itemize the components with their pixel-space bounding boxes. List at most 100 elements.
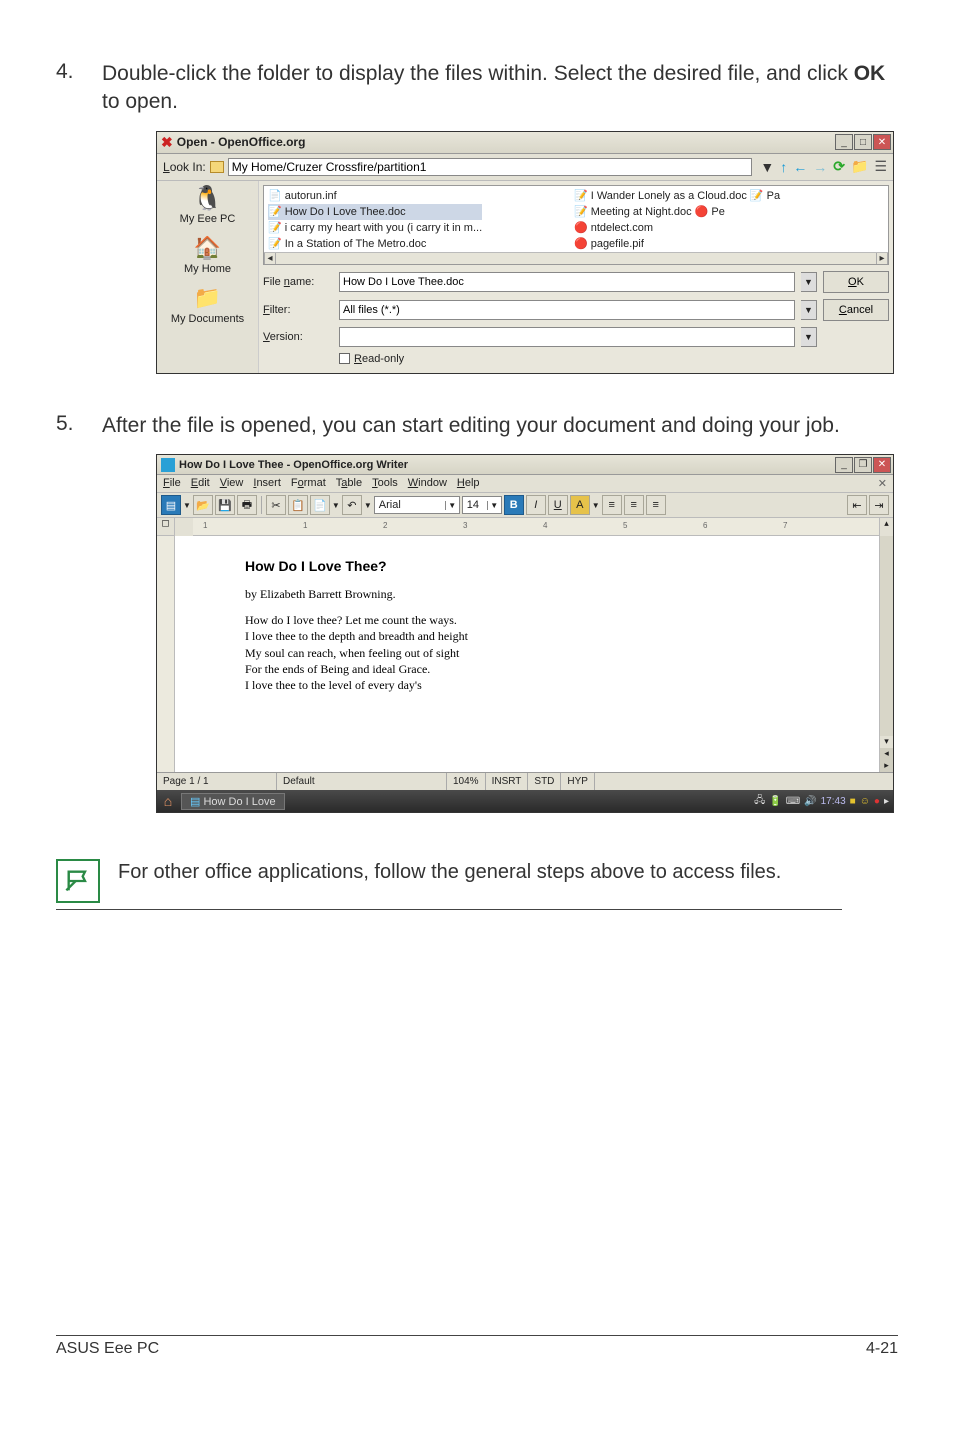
- menu-insert[interactable]: Insert: [253, 477, 281, 490]
- taskbar-item[interactable]: ▤ How Do I Love: [181, 793, 285, 810]
- doc-close-icon[interactable]: ✕: [878, 477, 887, 490]
- underline-icon[interactable]: U: [548, 495, 568, 515]
- minimize-button[interactable]: _: [835, 457, 853, 473]
- horizontal-ruler[interactable]: 11234567: [193, 518, 879, 536]
- filter-dropdown-icon[interactable]: ▼: [801, 300, 817, 320]
- menu-help[interactable]: Help: [457, 477, 480, 490]
- tray-red-icon[interactable]: ●: [874, 796, 880, 807]
- version-combo[interactable]: [339, 327, 795, 347]
- save-icon[interactable]: 💾: [215, 495, 235, 515]
- menu-tools[interactable]: Tools: [372, 477, 398, 490]
- readonly-checkbox[interactable]: [339, 353, 350, 364]
- new-folder-icon[interactable]: 📁: [851, 158, 868, 175]
- doc-line: How do I love thee? Let me count the way…: [245, 613, 457, 627]
- new-doc-icon[interactable]: ▤: [161, 495, 181, 515]
- menu-file[interactable]: File: [163, 477, 181, 490]
- paste-icon[interactable]: 📄: [310, 495, 330, 515]
- footer-left: ASUS Eee PC: [56, 1340, 159, 1358]
- step-text: Double-click the folder to display the f…: [102, 60, 898, 117]
- toolbar: ▤ ▼ 📂 💾 🖶 ✂ 📋 📄 ▼ ↶ ▼ Arial▼ 14▼ B I U A…: [157, 493, 893, 518]
- cancel-button[interactable]: Cancel: [823, 299, 889, 321]
- file-item[interactable]: 📝Meeting at Night.doc 🔴 Pe: [574, 204, 780, 220]
- menu-edit[interactable]: Edit: [191, 477, 210, 490]
- app-x-icon: ✖: [161, 134, 173, 151]
- open-icon[interactable]: 📂: [193, 495, 213, 515]
- tray-battery-icon[interactable]: 🔋: [769, 796, 781, 807]
- vertical-scrollbar[interactable]: ▾◂▸: [879, 536, 893, 772]
- taskbar: ⌂ ▤ How Do I Love 🖧 🔋 ⌨ 🔊 17:43 ■ ☺ ● ▸: [157, 790, 893, 812]
- scroll-up-icon[interactable]: ▴: [879, 518, 893, 536]
- lookin-label: Look In:: [163, 160, 206, 174]
- print-icon[interactable]: 🖶: [237, 495, 257, 515]
- close-button[interactable]: ✕: [873, 134, 891, 150]
- note-icon: [56, 859, 100, 903]
- file-item[interactable]: 🔴ntdelect.com: [574, 220, 780, 236]
- status-hyp[interactable]: HYP: [561, 773, 595, 790]
- close-button[interactable]: ✕: [873, 457, 891, 473]
- place-eeepc[interactable]: 🐧 My Eee PC: [163, 187, 252, 225]
- tray-show-desktop-icon[interactable]: ▸: [884, 796, 889, 807]
- decrease-indent-icon[interactable]: ⇤: [847, 495, 867, 515]
- file-item[interactable]: 🔴pagefile.pif: [574, 236, 780, 252]
- filename-input[interactable]: [339, 272, 795, 292]
- up-one-level-icon[interactable]: ↑: [780, 159, 787, 175]
- cut-icon[interactable]: ✂: [266, 495, 286, 515]
- forward-icon[interactable]: →: [813, 159, 827, 175]
- status-std[interactable]: STD: [528, 773, 561, 790]
- tray-volume-icon[interactable]: 🔊: [804, 796, 816, 807]
- filename-dropdown-icon[interactable]: ▼: [801, 272, 817, 292]
- menu-window[interactable]: Window: [408, 477, 447, 490]
- restore-button[interactable]: ❐: [854, 457, 872, 473]
- doc-icon: 📝: [268, 236, 282, 252]
- file-list[interactable]: 📄autorun.inf 📝How Do I Love Thee.doc 📝i …: [263, 185, 889, 265]
- align-right-icon[interactable]: ≡: [646, 495, 666, 515]
- highlight-icon[interactable]: A: [570, 495, 590, 515]
- filter-combo[interactable]: [339, 300, 795, 320]
- menu-table[interactable]: Table: [336, 477, 362, 490]
- doc-icon: 📝: [574, 204, 588, 220]
- note-block: For other office applications, follow th…: [56, 859, 842, 910]
- vertical-ruler[interactable]: [157, 536, 175, 772]
- align-center-icon[interactable]: ≡: [624, 495, 644, 515]
- refresh-icon[interactable]: ⟳: [833, 158, 845, 175]
- minimize-button[interactable]: _: [835, 134, 853, 150]
- version-dropdown-icon[interactable]: ▼: [801, 327, 817, 347]
- font-name-combo[interactable]: Arial▼: [374, 496, 460, 514]
- copy-icon[interactable]: 📋: [288, 495, 308, 515]
- home-button-icon[interactable]: ⌂: [157, 793, 179, 809]
- increase-indent-icon[interactable]: ⇥: [869, 495, 889, 515]
- horizontal-scrollbar[interactable]: ◂▸: [264, 252, 888, 264]
- tray-clock[interactable]: 17:43: [821, 796, 846, 807]
- status-insrt[interactable]: INSRT: [486, 773, 529, 790]
- status-zoom[interactable]: 104%: [447, 773, 486, 790]
- align-left-icon[interactable]: ≡: [602, 495, 622, 515]
- file-item[interactable]: 📝How Do I Love Thee.doc: [268, 204, 482, 220]
- font-size-combo[interactable]: 14▼: [462, 496, 502, 514]
- tray-yellow-icon[interactable]: ■: [850, 796, 856, 807]
- bold-icon[interactable]: B: [504, 495, 524, 515]
- tray-keyboard-icon[interactable]: ⌨: [786, 796, 800, 807]
- status-page: Page 1 / 1: [157, 773, 277, 790]
- document-area[interactable]: How Do I Love Thee? by Elizabeth Barrett…: [175, 536, 879, 772]
- italic-icon[interactable]: I: [526, 495, 546, 515]
- file-item[interactable]: 📄autorun.inf: [268, 188, 482, 204]
- tray-smiley-icon[interactable]: ☺: [860, 796, 870, 807]
- dropdown-icon[interactable]: ▼: [760, 159, 774, 175]
- file-item[interactable]: 📝I Wander Lonely as a Cloud.doc 📝 Pa: [574, 188, 780, 204]
- place-myhome[interactable]: 🏠 My Home: [163, 235, 252, 275]
- tray-network-icon[interactable]: 🖧: [754, 793, 765, 810]
- place-mydocs[interactable]: 📁 My Documents: [163, 285, 252, 325]
- writer-small-icon: ▤: [190, 796, 200, 808]
- menu-format[interactable]: Format: [291, 477, 326, 490]
- back-icon[interactable]: ←: [793, 159, 807, 175]
- file-item[interactable]: 📝i carry my heart with you (i carry it i…: [268, 220, 482, 236]
- menu-view[interactable]: View: [220, 477, 244, 490]
- list-view-icon[interactable]: ☰: [874, 158, 887, 175]
- lookin-input[interactable]: [228, 158, 753, 176]
- file-item[interactable]: 📝In a Station of The Metro.doc: [268, 236, 482, 252]
- ok-button[interactable]: OK: [823, 271, 889, 293]
- places-sidebar: 🐧 My Eee PC 🏠 My Home 📁 My Documents: [157, 181, 259, 373]
- undo-icon[interactable]: ↶: [342, 495, 362, 515]
- maximize-button[interactable]: □: [854, 134, 872, 150]
- writer-app-icon: [161, 458, 175, 472]
